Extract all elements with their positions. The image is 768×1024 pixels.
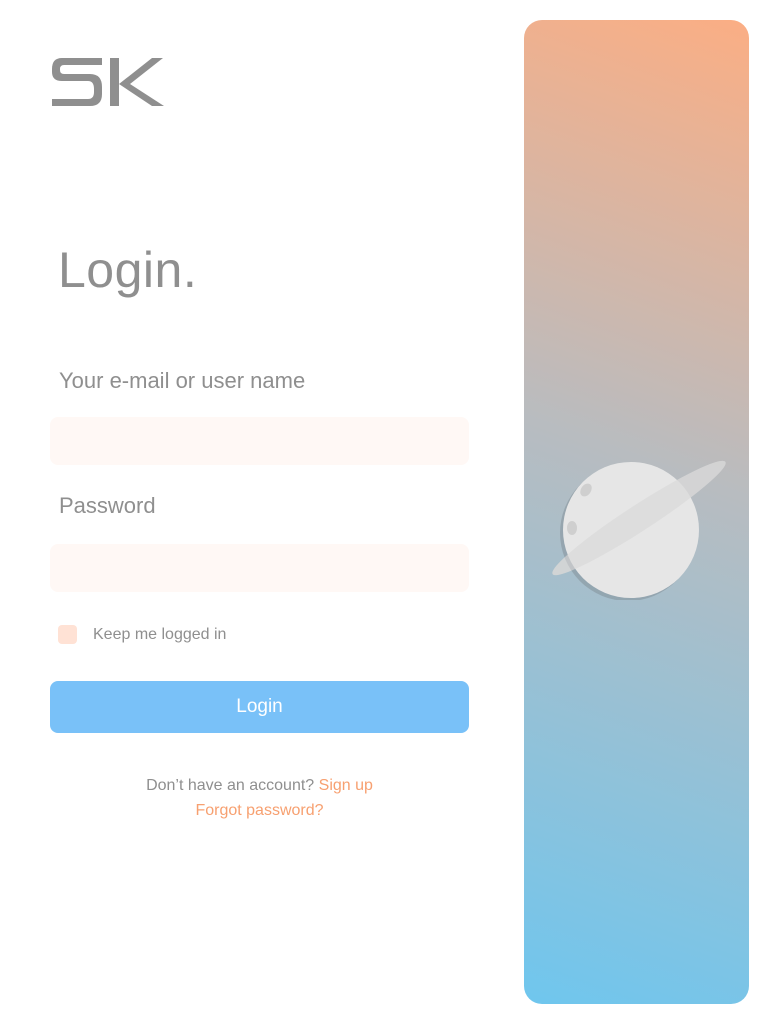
no-account-text: Don’t have an account? <box>146 777 315 794</box>
password-label: Password <box>59 493 156 518</box>
forgot-password-row: Forgot password? <box>50 800 469 822</box>
login-button[interactable]: Login <box>50 681 469 733</box>
page-title: Login. <box>58 242 198 298</box>
planet-icon <box>552 460 726 600</box>
signup-link[interactable]: Sign up <box>319 777 373 794</box>
logo: SK <box>52 58 164 106</box>
remember-checkbox[interactable] <box>58 625 77 644</box>
signup-prompt: Don’t have an account? Sign up <box>50 775 469 797</box>
remember-label[interactable]: Keep me logged in <box>93 625 226 645</box>
email-field[interactable] <box>50 417 469 465</box>
illustration-panel <box>524 20 749 1004</box>
password-field[interactable] <box>50 544 469 592</box>
forgot-password-link[interactable]: Forgot password? <box>195 802 323 819</box>
email-label: Your e-mail or user name <box>59 368 306 393</box>
